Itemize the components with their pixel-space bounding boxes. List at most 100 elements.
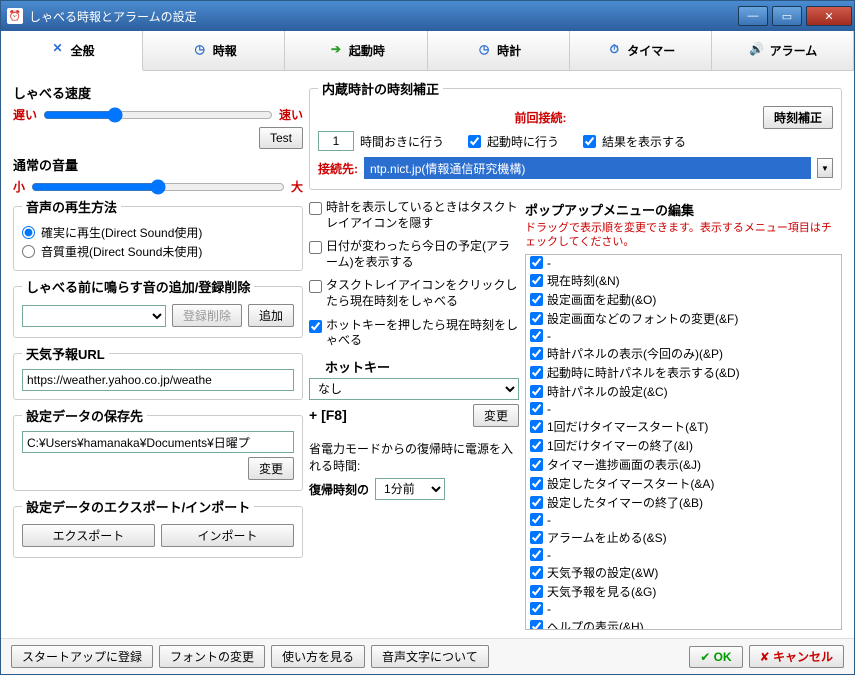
popup-item-label: 設定したタイマーの終了(&B) <box>547 494 703 511</box>
howto-button[interactable]: 使い方を見る <box>271 645 365 668</box>
popup-item-check[interactable] <box>530 329 543 342</box>
tab-全般[interactable]: ✕全般 <box>1 31 143 71</box>
arrow-icon: ➔ <box>327 42 345 60</box>
tab-アラーム[interactable]: 🔊アラーム <box>712 31 854 70</box>
minimize-button[interactable]: — <box>738 6 768 26</box>
test-button[interactable]: Test <box>259 127 303 149</box>
export-button[interactable]: エクスポート <box>22 524 155 547</box>
maximize-button[interactable]: ▭ <box>772 6 802 26</box>
tabs: ✕全般◷時報➔起動時◷時計⏱タイマー🔊アラーム <box>1 31 854 71</box>
showresult-check[interactable] <box>583 135 596 148</box>
tab-タイマー[interactable]: ⏱タイマー <box>570 31 712 70</box>
popup-item[interactable]: 設定したタイマースタート(&A) <box>526 474 841 493</box>
popup-item-label: 天気予報の設定(&W) <box>547 564 658 581</box>
onstart-check[interactable] <box>468 135 481 148</box>
popup-item[interactable]: - <box>526 328 841 344</box>
popup-item-check[interactable] <box>530 439 543 452</box>
playback-opt1-radio[interactable] <box>22 226 35 239</box>
popup-item[interactable]: 天気予報の設定(&W) <box>526 563 841 582</box>
hotkey-plus-label: + [F8] <box>309 407 347 423</box>
popup-item-check[interactable] <box>530 420 543 433</box>
popup-item[interactable]: 設定したタイマーの終了(&B) <box>526 493 841 512</box>
popup-item[interactable]: - <box>526 512 841 528</box>
weather-url-input[interactable] <box>22 369 294 391</box>
popup-item-check[interactable] <box>530 274 543 287</box>
popup-item[interactable]: - <box>526 601 841 617</box>
popup-item-label: - <box>547 402 551 416</box>
popup-item[interactable]: 起動時に時計パネルを表示する(&D) <box>526 363 841 382</box>
popup-item-check[interactable] <box>530 366 543 379</box>
popup-item[interactable]: 1回だけタイマースタート(&T) <box>526 417 841 436</box>
recov-select[interactable]: 1分前 <box>375 478 445 500</box>
popup-item[interactable]: 時計パネルの設定(&C) <box>526 382 841 401</box>
tab-label: 全般 <box>71 42 95 59</box>
import-button[interactable]: インポート <box>161 524 294 547</box>
presound-delete-button[interactable]: 登録削除 <box>172 304 242 327</box>
startup-register-button[interactable]: スタートアップに登録 <box>11 645 153 668</box>
popup-item-check[interactable] <box>530 513 543 526</box>
volume-slider[interactable] <box>31 179 285 195</box>
tab-起動時[interactable]: ➔起動時 <box>285 31 427 70</box>
tab-時報[interactable]: ◷時報 <box>143 31 285 70</box>
popup-item[interactable]: 現在時刻(&N) <box>526 271 841 290</box>
popup-item[interactable]: - <box>526 255 841 271</box>
powersave-label: 省電力モードからの復帰時に電源を入れる時間: <box>309 441 519 475</box>
popup-item-check[interactable] <box>530 566 543 579</box>
popup-item-check[interactable] <box>530 620 543 630</box>
tab-時計[interactable]: ◷時計 <box>428 31 570 70</box>
voice-chars-button[interactable]: 音声文字について <box>371 645 489 668</box>
cancel-button[interactable]: ✘ キャンセル <box>749 645 844 668</box>
playback-opt2-radio[interactable] <box>22 245 35 258</box>
popup-item-check[interactable] <box>530 477 543 490</box>
opt-hide-tray-check[interactable] <box>309 202 322 215</box>
hotkey-select[interactable]: なし <box>309 378 519 400</box>
tab-label: 時計 <box>497 42 521 59</box>
popup-item-check[interactable] <box>530 496 543 509</box>
popup-item[interactable]: - <box>526 401 841 417</box>
popup-item-check[interactable] <box>530 385 543 398</box>
popup-item-check[interactable] <box>530 312 543 325</box>
hotkey-change-button[interactable]: 変更 <box>473 404 519 427</box>
popup-item[interactable]: タイマー進捗画面の表示(&J) <box>526 455 841 474</box>
popup-item-check[interactable] <box>530 585 543 598</box>
popup-item[interactable]: 1回だけタイマーの終了(&I) <box>526 436 841 455</box>
popup-item-check[interactable] <box>530 256 543 269</box>
opt-hide-tray-label: 時計を表示しているときはタスクトレイアイコンを隠す <box>326 200 519 231</box>
savepath-change-button[interactable]: 変更 <box>248 457 294 480</box>
popup-item-check[interactable] <box>530 347 543 360</box>
ntp-value[interactable]: ntp.nict.jp(情報通信研究機構) <box>364 157 811 179</box>
popup-item[interactable]: アラームを止める(&S) <box>526 528 841 547</box>
opt-show-today-check[interactable] <box>309 241 322 254</box>
opt-hotkey-check[interactable] <box>309 320 322 333</box>
ok-button[interactable]: ✔ OK <box>689 646 742 668</box>
opt-hotkey-label: ホットキーを押したら現在時刻をしゃべる <box>326 318 519 349</box>
speed-label: しゃべる速度 <box>13 83 303 102</box>
popup-item-check[interactable] <box>530 548 543 561</box>
popup-item[interactable]: ヘルプの表示(&H) <box>526 617 841 630</box>
time-correct-button[interactable]: 時刻補正 <box>763 106 833 129</box>
presound-select[interactable] <box>22 305 166 327</box>
popup-item-label: 起動時に時計パネルを表示する(&D) <box>547 364 740 381</box>
popup-item[interactable]: 時計パネルの表示(今回のみ)(&P) <box>526 344 841 363</box>
font-change-button[interactable]: フォントの変更 <box>159 645 265 668</box>
popup-item-check[interactable] <box>530 402 543 415</box>
speed-slider[interactable] <box>43 107 273 123</box>
ntp-dropdown-icon[interactable]: ▼ <box>817 158 833 178</box>
popup-item[interactable]: 設定画面を起動(&O) <box>526 290 841 309</box>
popup-item[interactable]: - <box>526 547 841 563</box>
volume-label: 通常の音量 <box>13 155 303 174</box>
interval-input[interactable] <box>318 131 354 151</box>
popup-item[interactable]: 天気予報を見る(&G) <box>526 582 841 601</box>
savepath-input[interactable] <box>22 431 294 453</box>
popup-item[interactable]: 設定画面などのフォントの変更(&F) <box>526 309 841 328</box>
popup-item-check[interactable] <box>530 531 543 544</box>
popup-item-label: 設定画面などのフォントの変更(&F) <box>547 310 738 327</box>
connectto-label: 接続先: <box>318 160 358 177</box>
opt-tray-click-check[interactable] <box>309 280 322 293</box>
popup-list[interactable]: -現在時刻(&N)設定画面を起動(&O)設定画面などのフォントの変更(&F)-時… <box>525 254 842 630</box>
presound-add-button[interactable]: 追加 <box>248 304 294 327</box>
popup-item-check[interactable] <box>530 458 543 471</box>
popup-item-check[interactable] <box>530 602 543 615</box>
popup-item-check[interactable] <box>530 293 543 306</box>
close-button[interactable]: ✕ <box>806 6 852 26</box>
